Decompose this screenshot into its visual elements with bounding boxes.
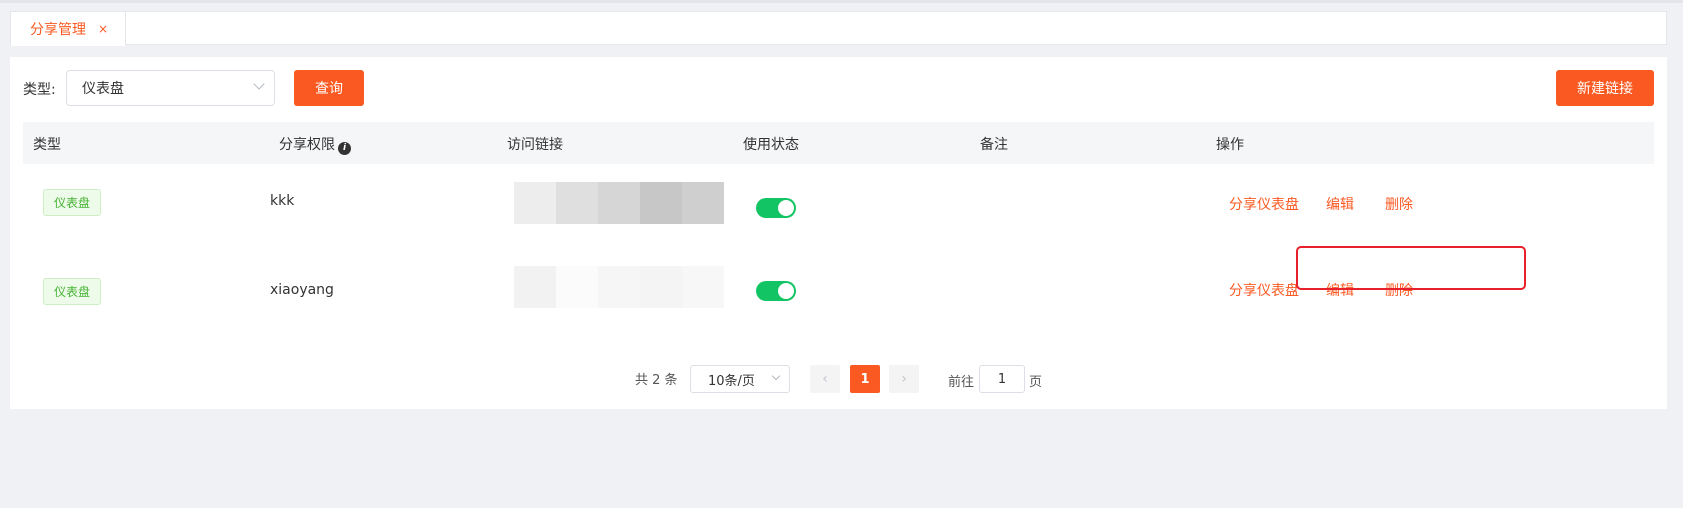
- info-icon[interactable]: i: [338, 142, 351, 155]
- next-page-button[interactable]: ›: [889, 365, 919, 393]
- status-toggle[interactable]: [756, 198, 796, 218]
- link-redacted: [514, 182, 724, 224]
- main-card: 类型: 仪表盘 查询 新建链接 类型 分享权限 i 访问链接 使用状态 备注 操作…: [10, 57, 1667, 409]
- type-select[interactable]: 仪表盘: [66, 70, 275, 106]
- link-redacted: [514, 266, 724, 308]
- toggle-knob: [778, 283, 794, 299]
- type-filter-label: 类型:: [23, 82, 56, 98]
- close-icon[interactable]: ×: [98, 22, 108, 36]
- tab-bar: 分享管理 ×: [10, 11, 1667, 46]
- header-status: 使用状态: [743, 137, 799, 153]
- share-dashboard-link[interactable]: 分享仪表盘: [1229, 280, 1299, 300]
- page-size-select[interactable]: 10条/页: [690, 365, 790, 393]
- jump-prefix: 前往: [948, 375, 975, 390]
- edit-link[interactable]: 编辑: [1326, 280, 1354, 300]
- header-permission: 分享权限 i: [279, 134, 351, 155]
- status-toggle[interactable]: [756, 281, 796, 301]
- table-row: 仪表盘 kkk 分享仪表盘 编辑 删除: [23, 164, 1654, 252]
- type-select-value: 仪表盘: [82, 81, 124, 97]
- header-permission-label: 分享权限: [279, 137, 335, 153]
- header-remark: 备注: [980, 137, 1008, 153]
- tab-share-management[interactable]: 分享管理 ×: [10, 11, 126, 46]
- delete-link[interactable]: 删除: [1385, 280, 1413, 300]
- header-link: 访问链接: [507, 137, 563, 153]
- jump-suffix: 页: [1029, 375, 1043, 390]
- tab-label: 分享管理: [30, 21, 86, 38]
- header-type: 类型: [33, 137, 61, 153]
- page-1-button[interactable]: 1: [850, 365, 880, 393]
- type-tag: 仪表盘: [43, 278, 101, 305]
- permission-cell: kkk: [270, 193, 295, 209]
- table-header: 类型 分享权限 i 访问链接 使用状态 备注 操作: [23, 122, 1654, 164]
- chevron-down-icon: [253, 78, 265, 90]
- edit-link[interactable]: 编辑: [1326, 194, 1354, 214]
- delete-link[interactable]: 删除: [1385, 194, 1413, 214]
- chevron-down-icon: [771, 371, 781, 381]
- share-dashboard-link[interactable]: 分享仪表盘: [1229, 194, 1299, 214]
- top-strip: [0, 0, 1683, 3]
- pagination-total: 共 2 条: [635, 373, 678, 388]
- query-button[interactable]: 查询: [294, 70, 364, 106]
- table-row: 仪表盘 xiaoyang 分享仪表盘 编辑 删除: [23, 253, 1654, 341]
- permission-cell: xiaoyang: [270, 282, 334, 298]
- jump-page-input[interactable]: [979, 365, 1025, 393]
- new-link-button[interactable]: 新建链接: [1556, 70, 1654, 106]
- toggle-knob: [778, 200, 794, 216]
- header-actions: 操作: [1216, 137, 1244, 153]
- page-size-value: 10条/页: [708, 373, 755, 389]
- type-tag: 仪表盘: [43, 189, 101, 216]
- prev-page-button[interactable]: ‹: [810, 365, 840, 393]
